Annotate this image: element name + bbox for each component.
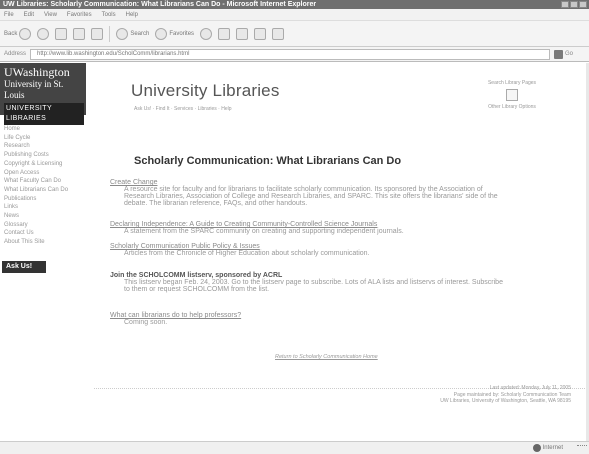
menu-help[interactable]: Help <box>126 12 138 18</box>
sidebar-item-home[interactable]: Home <box>4 125 86 134</box>
address-bar: Address http://www.lib.washington.edu/Sc… <box>0 47 589 62</box>
security-zone: Internet <box>532 444 563 452</box>
header-right-panel: Search Library Pages Other Library Optio… <box>472 80 552 111</box>
section-body: This listserv began Feb. 24, 2003. Go to… <box>124 279 503 293</box>
favorites-label: Favorites <box>169 30 195 37</box>
menubar: File Edit View Favorites Tools Help <box>0 9 589 21</box>
mail-icon[interactable] <box>218 27 231 40</box>
logo-line3: UNIVERSITY LIBRARIES <box>4 103 84 125</box>
section-head-link[interactable]: Create Change <box>110 179 510 186</box>
address-label: Address <box>4 51 27 57</box>
site-title: University Libraries <box>131 81 280 100</box>
sidebar-item-publications[interactable]: Publications <box>4 195 86 204</box>
section-public-policy: Scholarly Communication Public Policy & … <box>110 243 510 257</box>
section-head-link[interactable]: Declaring Independence: A Guide to Creat… <box>110 221 510 228</box>
ask-us-button[interactable]: Ask Us! <box>2 260 46 273</box>
search-label: Search <box>130 30 150 37</box>
sidebar-item-news[interactable]: News <box>4 212 86 221</box>
back-button[interactable]: Back <box>4 27 32 40</box>
menu-edit[interactable]: Edit <box>24 12 34 18</box>
section-body: Coming soon. <box>124 319 168 326</box>
menu-favorites[interactable]: Favorites <box>67 12 92 18</box>
zone-label: Internet <box>542 445 563 451</box>
go-button[interactable]: Go <box>554 49 574 59</box>
sidebar-item-research[interactable]: Research <box>4 142 86 151</box>
section-body: A resource site for faculty and for libr… <box>124 186 498 207</box>
sidebar-item-links[interactable]: Links <box>4 203 86 212</box>
logo-line2: University in St. Louis <box>4 79 64 100</box>
window-titlebar: UW Libraries: Scholarly Communication: W… <box>0 0 589 9</box>
search-pages-icon[interactable] <box>506 89 518 101</box>
print-icon[interactable] <box>236 27 249 40</box>
favorites-star-icon <box>155 27 168 40</box>
address-input[interactable]: http://www.lib.washington.edu/ScholComm/… <box>30 48 551 60</box>
section-scholcomm-listserv: Join the SCHOLCOMM listserv, sponsored b… <box>110 272 510 293</box>
edit-icon[interactable] <box>254 27 267 40</box>
section-help-professors: What can librarians do to help professor… <box>110 312 510 326</box>
section-head-link[interactable]: What can librarians do to help professor… <box>110 312 510 319</box>
window-controls <box>561 1 587 8</box>
sidebar-item-copyright[interactable]: Copyright & Licensing <box>4 160 86 169</box>
sidebar-item-faculty[interactable]: What Faculty Can Do <box>4 177 86 186</box>
close-button[interactable] <box>579 1 587 8</box>
section-declaring-independence: Declaring Independence: A Guide to Creat… <box>110 221 510 235</box>
return-home-link[interactable]: Return to Scholarly Communication Home <box>275 354 378 360</box>
home-icon[interactable] <box>91 27 104 40</box>
washu-logo[interactable]: UWashington University in St. Louis UNIV… <box>0 63 86 125</box>
sidebar-item-contact[interactable]: Contact Us <box>4 229 86 238</box>
history-icon[interactable] <box>200 27 213 40</box>
main-content: University Libraries Ask Us! · Find It ·… <box>86 63 589 441</box>
sidebar-item-glossary[interactable]: Glossary <box>4 221 86 230</box>
header-links[interactable]: Ask Us! · Find It · Services · Libraries… <box>134 106 232 112</box>
internet-globe-icon <box>532 444 541 452</box>
status-bar: Internet <box>0 441 589 454</box>
forward-icon[interactable] <box>37 27 50 40</box>
menu-file[interactable]: File <box>4 12 14 18</box>
section-create-change: Create Change A resource site for facult… <box>110 179 510 207</box>
sidebar-nav: Home Life Cycle Research Publishing Cost… <box>0 125 86 247</box>
toolbar: Back Search Favorites <box>0 21 589 47</box>
window-title: UW Libraries: Scholarly Communication: W… <box>3 1 317 8</box>
section-body: A statement from the SPARC community on … <box>124 228 404 235</box>
favorites-button[interactable]: Favorites <box>155 27 195 40</box>
section-body: Articles from the Chronicle of Higher Ed… <box>124 250 370 257</box>
back-label: Back <box>4 30 18 37</box>
search-pages-label[interactable]: Search Library Pages <box>472 80 552 87</box>
menu-tools[interactable]: Tools <box>102 12 116 18</box>
logo-line1: UWashington <box>4 65 70 79</box>
refresh-icon[interactable] <box>73 27 86 40</box>
sidebar: UWashington University in St. Louis UNIV… <box>0 63 86 441</box>
go-label: Go <box>565 51 574 57</box>
footer-address: UW Libraries, University of Washington, … <box>440 398 571 404</box>
back-arrow-icon <box>19 27 32 40</box>
go-arrow-icon <box>554 49 564 59</box>
page-footer: Last updated: Monday, July 11, 2005 Page… <box>440 385 571 405</box>
minimize-button[interactable] <box>561 1 569 8</box>
menu-view[interactable]: View <box>44 12 57 18</box>
sidebar-item-librarians[interactable]: What Librarians Can Do <box>4 186 86 195</box>
sidebar-item-about[interactable]: About This Site <box>4 238 86 247</box>
toolbar-divider <box>109 25 111 42</box>
section-head-link[interactable]: Scholarly Communication Public Policy & … <box>110 243 510 250</box>
search-icon <box>116 27 129 40</box>
sidebar-item-life-cycle[interactable]: Life Cycle <box>4 134 86 143</box>
other-options-label[interactable]: Other Library Options <box>472 104 552 111</box>
stop-icon[interactable] <box>55 27 68 40</box>
page-title: Scholarly Communication: What Librarians… <box>134 155 402 167</box>
sidebar-item-publishing-costs[interactable]: Publishing Costs <box>4 151 86 160</box>
search-button[interactable]: Search <box>116 27 150 40</box>
maximize-button[interactable] <box>570 1 578 8</box>
resize-grip[interactable] <box>577 445 587 453</box>
sidebar-item-open-access[interactable]: Open Access <box>4 169 86 178</box>
section-head: Join the SCHOLCOMM listserv, sponsored b… <box>110 272 283 279</box>
discuss-icon[interactable] <box>272 27 285 40</box>
